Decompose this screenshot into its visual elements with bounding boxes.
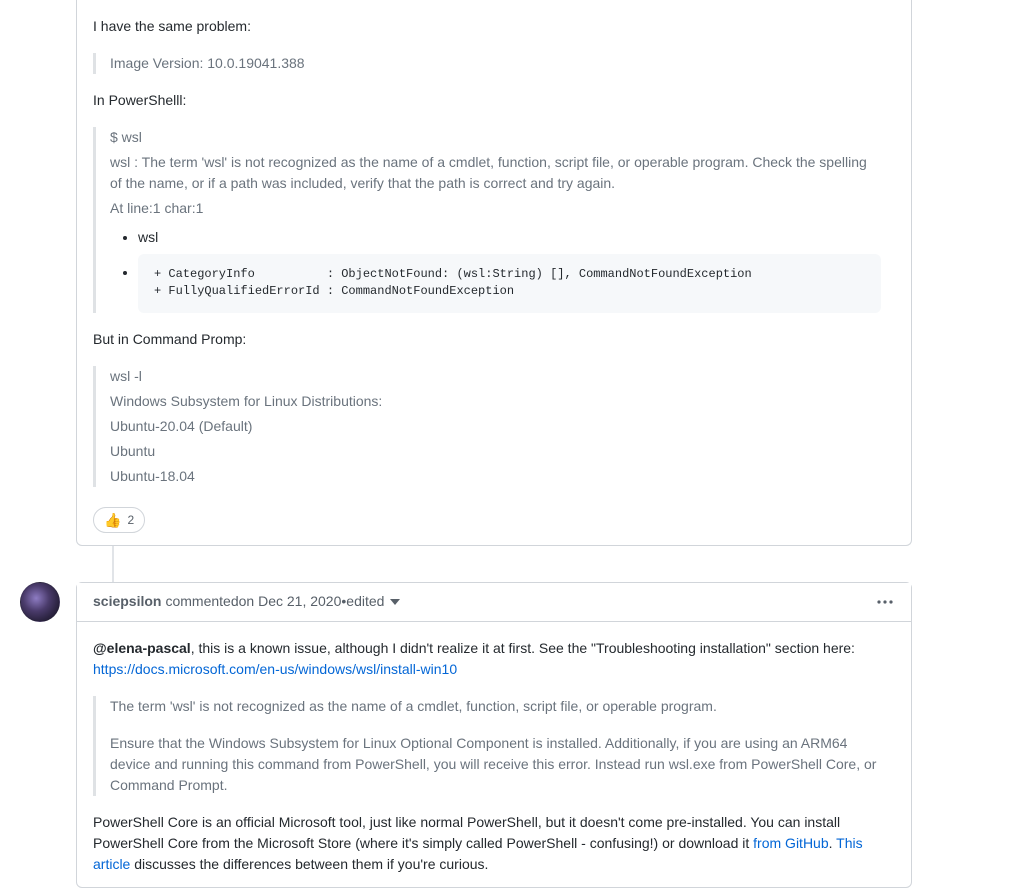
blockquote: $ wsl wsl : The term 'wsl' is not recogn… [93, 127, 895, 313]
docs-link[interactable]: https://docs.microsoft.com/en-us/windows… [93, 661, 457, 677]
paragraph: I have the same problem: [93, 16, 895, 37]
comment-body: @elena-pascal, this is a known issue, al… [77, 622, 911, 887]
blockquote: The term 'wsl' is not recognized as the … [93, 696, 895, 796]
comment-box: sciepsilon commented on Dec 21, 2020 • e… [76, 582, 912, 888]
paragraph-text: , this is a known issue, although I didn… [191, 640, 855, 656]
list-item-text: wsl [138, 229, 158, 245]
paragraph: But in Command Promp: [93, 329, 895, 350]
avatar[interactable] [20, 582, 60, 622]
comment-box: I have the same problem: Image Version: … [76, 0, 912, 546]
commented-label: commented [165, 591, 238, 612]
user-mention[interactable]: @elena-pascal [93, 640, 191, 656]
blockquote: wsl -l Windows Subsystem for Linux Distr… [93, 366, 895, 487]
comment-header: sciepsilon commented on Dec 21, 2020 • e… [77, 583, 911, 622]
comment-body: I have the same problem: Image Version: … [77, 0, 911, 503]
caret-down-icon [390, 592, 400, 613]
quote-paragraph: The term 'wsl' is not recognized as the … [110, 696, 881, 717]
thumbs-up-reaction[interactable]: 👍 2 [93, 507, 145, 533]
kebab-menu-icon[interactable] [875, 592, 895, 612]
list-item: wsl [138, 227, 881, 248]
comment: I have the same problem: Image Version: … [76, 0, 912, 546]
paragraph-text: discusses the differences between them i… [130, 856, 488, 872]
paragraph: In PowerShelll: [93, 90, 895, 111]
quote-line: Windows Subsystem for Linux Distribution… [110, 391, 881, 412]
quote-line: Image Version: 10.0.19041.388 [110, 53, 881, 74]
comment-timestamp[interactable]: on Dec 21, 2020 [239, 591, 342, 612]
paragraph: @elena-pascal, this is a known issue, al… [93, 638, 895, 680]
quote-line: wsl -l [110, 366, 881, 387]
edited-label[interactable]: edited [346, 591, 400, 613]
quote-line: At line:1 char:1 [110, 198, 881, 219]
quote-line: Ubuntu [110, 441, 881, 462]
reactions-bar: 👍 2 [77, 503, 911, 545]
quote-line: $ wsl [110, 127, 881, 148]
thumbs-up-icon: 👍 [104, 510, 121, 530]
quote-list: wsl + CategoryInfo : ObjectNotFound: (ws… [110, 227, 881, 313]
timeline-gap [76, 546, 912, 582]
paragraph: PowerShell Core is an official Microsoft… [93, 812, 895, 875]
comment-author-link[interactable]: sciepsilon [93, 591, 161, 612]
paragraph-text: PowerShell Core is an official Microsoft… [93, 814, 840, 851]
quote-line: wsl : The term 'wsl' is not recognized a… [110, 152, 881, 194]
quote-line: Ubuntu-18.04 [110, 466, 881, 487]
quote-line: Ubuntu-20.04 (Default) [110, 416, 881, 437]
edited-text: edited [346, 593, 384, 609]
code-block: + CategoryInfo : ObjectNotFound: (wsl:St… [138, 254, 881, 313]
blockquote: Image Version: 10.0.19041.388 [93, 53, 895, 74]
reaction-count: 2 [127, 510, 134, 530]
quote-paragraph: Ensure that the Windows Subsystem for Li… [110, 733, 881, 796]
comment: sciepsilon commented on Dec 21, 2020 • e… [76, 582, 912, 888]
list-item: + CategoryInfo : ObjectNotFound: (wsl:St… [138, 254, 881, 313]
github-link[interactable]: from GitHub [753, 835, 828, 851]
